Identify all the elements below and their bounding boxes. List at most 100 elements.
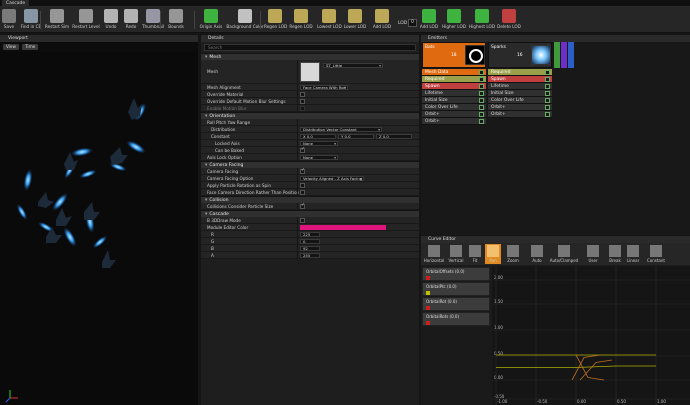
- mesh-asset-dropdown[interactable]: ST_Little ▾: [323, 63, 383, 68]
- add-lod-2-button[interactable]: Add LOD: [419, 8, 439, 32]
- emitter-module-item[interactable]: Initial Size: [422, 97, 486, 104]
- collisions-consider-checkbox[interactable]: [300, 203, 305, 209]
- module-enable-checkbox[interactable]: [479, 98, 484, 103]
- curve-color-swatch[interactable]: [426, 321, 430, 325]
- curve-tool-linear[interactable]: Linear: [625, 244, 641, 264]
- camera-facing-option-dropdown[interactable]: Velocity Aligned - Z Axis Facing ▾: [300, 176, 364, 181]
- curve-tool-pan[interactable]: Pan: [485, 244, 501, 264]
- curve-tool-zoom[interactable]: Zoom: [503, 244, 523, 264]
- section-camera-facing[interactable]: ▾ Camera Facing: [201, 161, 419, 168]
- emitter-module-item[interactable]: Orbit+: [488, 111, 552, 118]
- emitter-module-item[interactable]: Spawn: [488, 76, 552, 83]
- constant-x-field[interactable]: X 0.0: [300, 134, 336, 139]
- background-color-button[interactable]: Background Color: [226, 8, 264, 32]
- module-enable-checkbox[interactable]: [545, 77, 550, 82]
- module-enable-checkbox[interactable]: [479, 112, 484, 117]
- module-enable-checkbox[interactable]: [479, 105, 484, 110]
- color-g-field[interactable]: 0: [300, 239, 320, 244]
- enable-motion-blur-checkbox[interactable]: [300, 106, 305, 111]
- curve-tool-fit[interactable]: Fit: [467, 244, 483, 264]
- lod-value-field[interactable]: 0: [408, 19, 417, 27]
- locked-axis-dropdown[interactable]: None ▾: [300, 141, 338, 146]
- camera-facing-checkbox[interactable]: [300, 168, 305, 174]
- module-enable-checkbox[interactable]: [479, 84, 484, 89]
- window-tab[interactable]: Cascade: [2, 0, 30, 7]
- restart-level-button[interactable]: Restart Level: [72, 8, 100, 32]
- emitter-module-item[interactable]: Spawn: [422, 83, 486, 90]
- curve-tool-user[interactable]: User: [581, 244, 605, 264]
- section-collision[interactable]: ▾ Collision: [201, 196, 419, 203]
- emitter-module-item[interactable]: Color Over Life: [422, 104, 486, 111]
- curve-tool-constant[interactable]: Constant: [643, 244, 669, 264]
- constant-y-field[interactable]: Y 0.0: [338, 134, 374, 139]
- time-button[interactable]: Time: [22, 44, 39, 50]
- apply-rotation-checkbox[interactable]: [300, 183, 305, 188]
- module-enable-checkbox[interactable]: [545, 105, 550, 110]
- 3d-draw-mode-checkbox[interactable]: [300, 218, 305, 223]
- can-be-baked-checkbox[interactable]: [300, 147, 305, 153]
- emitter-module-item[interactable]: Orbit+: [488, 104, 552, 111]
- curve-tool-auto-clamped[interactable]: Auto/Clamped: [549, 244, 579, 264]
- emitter-module-item[interactable]: Orbit+: [422, 111, 486, 118]
- curve-tool-vertical[interactable]: Vertical: [447, 244, 465, 264]
- viewport-tab[interactable]: Viewport: [0, 35, 198, 42]
- regen-lod-2-button[interactable]: Regen LOD: [288, 8, 314, 32]
- details-tab[interactable]: Details: [201, 35, 419, 42]
- details-search-input[interactable]: Search: [204, 44, 416, 51]
- emitter-module-item[interactable]: Color Over Life: [488, 97, 552, 104]
- curve-tool-auto[interactable]: Auto: [527, 244, 547, 264]
- undo-button[interactable]: Undo: [102, 8, 120, 32]
- curve-color-swatch[interactable]: [426, 291, 430, 295]
- emitter-strip-purple[interactable]: [561, 42, 567, 68]
- emitter-strip-blue[interactable]: [568, 42, 574, 68]
- find-button[interactable]: Find in CB: [20, 8, 42, 32]
- emitter-sparks-header[interactable]: Sparks 16: [488, 42, 552, 68]
- curve-editor-tab[interactable]: Curve Editor: [421, 236, 690, 243]
- mesh-thumbnail[interactable]: [300, 62, 320, 82]
- lowest-lod-button[interactable]: Lowest LOD: [317, 8, 342, 32]
- emitter-strip-green[interactable]: [554, 42, 560, 68]
- lower-lod-button[interactable]: Lower LOD: [343, 8, 367, 32]
- module-enable-checkbox[interactable]: [545, 98, 550, 103]
- emitter-bats-header[interactable]: Bats 18: [422, 42, 486, 68]
- emitter-module-item[interactable]: Required: [488, 69, 552, 76]
- emitter-module-item[interactable]: Mesh Data: [422, 69, 486, 76]
- curve-color-swatch[interactable]: [426, 306, 430, 310]
- emitter-module-item[interactable]: Orbit+: [422, 118, 486, 125]
- emitter-module-item[interactable]: Required: [422, 76, 486, 83]
- section-orientation[interactable]: ▾ Orientation: [201, 112, 419, 119]
- emitter-module-item[interactable]: Initial Size: [488, 90, 552, 97]
- color-a-field[interactable]: 255: [300, 253, 320, 258]
- axis-lock-dropdown[interactable]: None ▾: [300, 155, 338, 160]
- color-b-field[interactable]: 92: [300, 246, 320, 251]
- mesh-alignment-dropdown[interactable]: Face Camera With Roll ▾: [300, 85, 348, 90]
- module-enable-checkbox[interactable]: [479, 119, 484, 124]
- module-enable-checkbox[interactable]: [545, 112, 550, 117]
- regen-lod-button[interactable]: Regen LOD: [264, 8, 287, 32]
- higher-lod-button[interactable]: Higher LOD: [442, 8, 466, 32]
- curve-list-item[interactable]: OrbitalPtc (0.0): [422, 282, 490, 296]
- module-enable-checkbox[interactable]: [545, 84, 550, 89]
- bounds-button[interactable]: Bounds: [166, 8, 186, 32]
- restart-sim-button[interactable]: Restart Sim: [44, 8, 70, 32]
- override-material-checkbox[interactable]: [300, 92, 305, 97]
- curve-list-item[interactable]: OrbitalOffsets (0.0): [422, 267, 490, 281]
- emitters-tab[interactable]: Emitters: [421, 35, 690, 42]
- face-direction-checkbox[interactable]: [300, 190, 305, 195]
- viewport-scene[interactable]: [0, 52, 198, 405]
- emitter-module-item[interactable]: Lifetime: [488, 83, 552, 90]
- override-motion-blur-checkbox[interactable]: [300, 99, 305, 104]
- curve-tool-horizontal[interactable]: Horizontal: [423, 244, 445, 264]
- redo-button[interactable]: Redo: [122, 8, 140, 32]
- module-enable-checkbox[interactable]: [479, 70, 484, 75]
- curve-tool-break[interactable]: Break: [607, 244, 623, 264]
- curve-list-item[interactable]: OrbitalRot (0.0): [422, 297, 490, 311]
- module-color-swatch[interactable]: [300, 225, 386, 230]
- delete-lod-button[interactable]: Delete LOD: [497, 8, 521, 32]
- save-button[interactable]: Save: [1, 8, 17, 32]
- color-r-field[interactable]: 225: [300, 232, 320, 237]
- module-enable-checkbox[interactable]: [479, 77, 484, 82]
- add-lod-button[interactable]: Add LOD: [370, 8, 394, 32]
- origin-axis-button[interactable]: Origin Axis: [199, 8, 223, 32]
- view-button[interactable]: View: [3, 44, 19, 50]
